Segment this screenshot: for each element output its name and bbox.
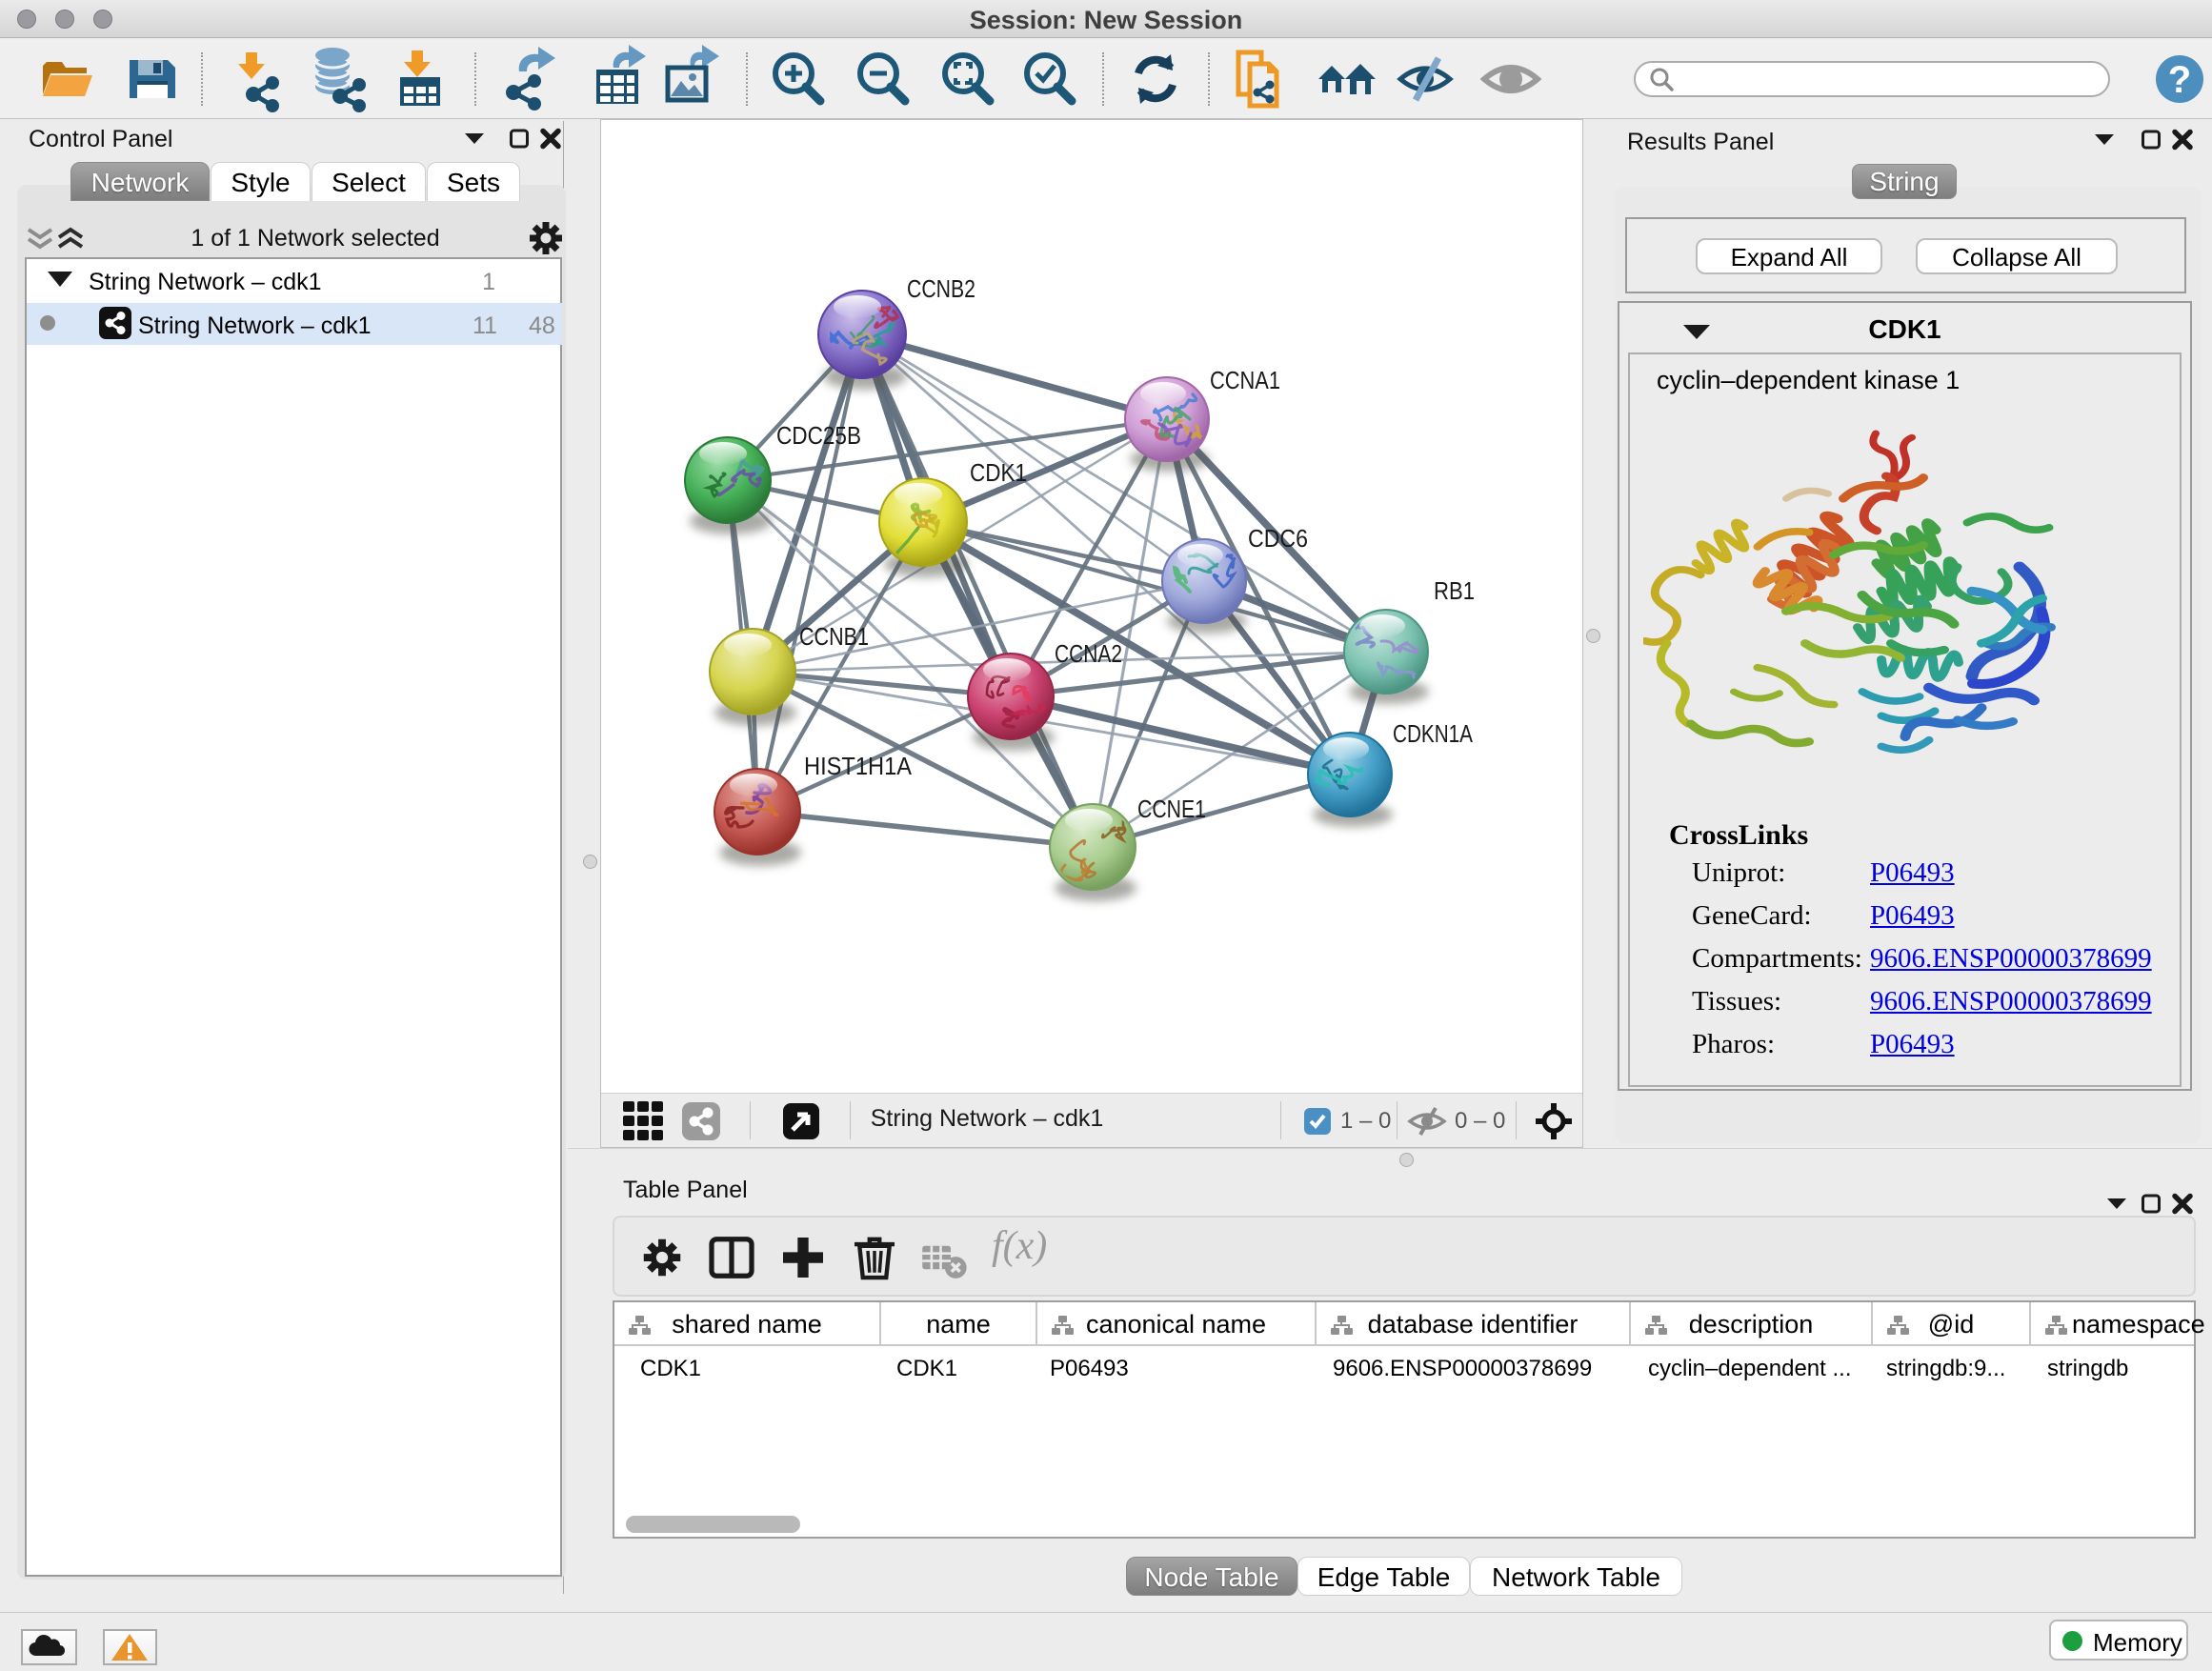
svg-text:CCNA2: CCNA2 [1055,639,1122,668]
svg-text:?: ? [2168,59,2191,101]
svg-text:CDC6: CDC6 [1248,524,1308,553]
svg-text:CDC25B: CDC25B [776,421,861,450]
svg-text:CCNE1: CCNE1 [1137,795,1206,823]
svg-text:CCNA1: CCNA1 [1210,366,1280,394]
svg-text:CCNB1: CCNB1 [799,622,869,651]
svg-text:CCNB2: CCNB2 [907,274,975,303]
svg-text:RB1: RB1 [1434,576,1475,605]
svg-text:CDKN1A: CDKN1A [1393,719,1474,748]
svg-text:HIST1H1A: HIST1H1A [804,752,913,780]
svg-text:CDK1: CDK1 [970,458,1027,487]
